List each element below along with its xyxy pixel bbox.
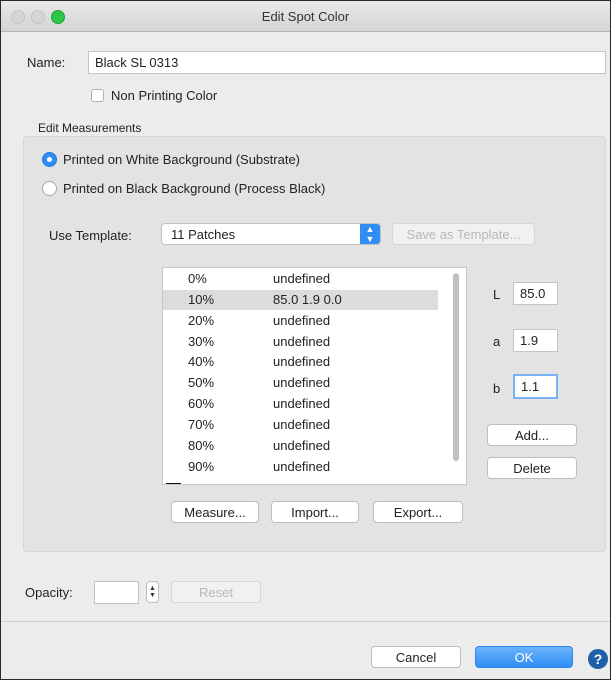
radio-black-background-label[interactable]: Printed on Black Background (Process Bla… [63, 181, 325, 196]
table-row[interactable]: 60% undefined [163, 394, 438, 414]
non-printing-checkbox[interactable] [91, 89, 104, 102]
ok-button[interactable]: OK [475, 646, 573, 668]
add-button[interactable]: Add... [487, 424, 577, 446]
export-button[interactable]: Export... [373, 501, 463, 523]
table-row[interactable]: 20% undefined [163, 311, 438, 331]
a-value-input[interactable]: 1.9 [513, 329, 558, 352]
table-row-partial[interactable] [163, 476, 438, 484]
opacity-label: Opacity: [25, 585, 73, 600]
patch-list[interactable]: 0% undefined 10% 85.0 1.9 0.0 20% undefi… [162, 267, 467, 485]
radio-white-background-label[interactable]: Printed on White Background (Substrate) [63, 152, 300, 167]
table-row[interactable]: 80% undefined [163, 436, 438, 456]
table-row[interactable]: 70% undefined [163, 415, 438, 435]
use-template-label: Use Template: [49, 228, 132, 243]
save-as-template-button[interactable]: Save as Template... [392, 223, 535, 245]
table-row[interactable]: 40% undefined [163, 352, 438, 372]
template-popup[interactable]: 11 Patches ▲ ▼ [161, 223, 381, 245]
radio-white-background[interactable] [42, 152, 57, 167]
stepper-up-icon[interactable]: ▲ [149, 585, 156, 592]
name-input-value: Black SL 0313 [95, 55, 179, 70]
table-row-selected[interactable]: 10% 85.0 1.9 0.0 [163, 290, 438, 310]
opacity-input[interactable] [94, 581, 139, 604]
reset-button[interactable]: Reset [171, 581, 261, 603]
l-label: L [493, 287, 501, 302]
a-label: a [493, 334, 501, 349]
table-row[interactable]: 0% undefined [163, 269, 438, 289]
name-input[interactable]: Black SL 0313 [88, 51, 606, 74]
table-row[interactable]: 50% undefined [163, 373, 438, 393]
edit-spot-color-dialog: Edit Spot Color Name: Black SL 0313 Non … [0, 0, 611, 680]
b-value-input[interactable]: 1.1 [513, 374, 558, 399]
patch-list-scrollbar[interactable] [453, 273, 459, 461]
import-button[interactable]: Import... [271, 501, 359, 523]
table-row[interactable]: 90% undefined [163, 457, 438, 477]
black-swatch [166, 483, 181, 484]
l-value-input[interactable]: 85.0 [513, 282, 558, 305]
help-icon[interactable]: ? [588, 649, 608, 669]
chevron-up-down-icon: ▲ ▼ [360, 224, 380, 244]
measure-button[interactable]: Measure... [171, 501, 259, 523]
opacity-stepper[interactable]: ▲ ▼ [146, 581, 159, 603]
cancel-button[interactable]: Cancel [371, 646, 461, 668]
window-title: Edit Spot Color [261, 9, 350, 24]
template-popup-value: 11 Patches [171, 227, 236, 242]
stepper-down-icon[interactable]: ▼ [149, 592, 156, 599]
name-label: Name: [27, 55, 66, 70]
footer-divider [1, 621, 610, 622]
non-printing-label[interactable]: Non Printing Color [111, 88, 217, 103]
table-row[interactable]: 30% undefined [163, 332, 438, 352]
title-bar: Edit Spot Color [1, 1, 610, 32]
b-label: b [493, 381, 501, 396]
delete-button[interactable]: Delete [487, 457, 577, 479]
radio-black-background[interactable] [42, 181, 57, 196]
edit-measurements-heading: Edit Measurements [38, 121, 142, 135]
